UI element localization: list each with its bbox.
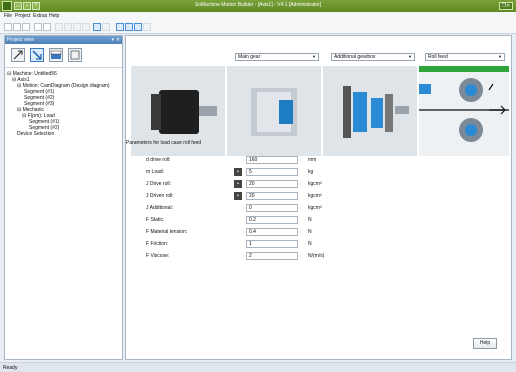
save-icon[interactable]	[22, 23, 30, 31]
param-input[interactable]: 20	[246, 180, 298, 188]
menu-file[interactable]: File	[4, 13, 12, 19]
fit-icon[interactable]	[116, 23, 124, 31]
menu-project[interactable]: Project	[15, 13, 31, 19]
param-unit: N	[308, 217, 312, 223]
help-button[interactable]: Help	[473, 338, 497, 349]
main-gear-value: Main gear	[238, 54, 261, 60]
project-view-header: Project view ▾ ✕	[5, 36, 122, 44]
gearbox-image[interactable]	[323, 66, 419, 156]
menu-bar: File Project Extras Help	[0, 12, 516, 21]
param-unit: kg	[308, 169, 314, 175]
param-input[interactable]: 160	[246, 156, 298, 164]
title-bar: ▭ ▪ ? SoMachine Motion Builder - [Axis1]…	[0, 0, 516, 12]
param-unit: kgcm²	[308, 181, 322, 187]
status-text: Ready	[3, 365, 18, 371]
redo-icon[interactable]	[82, 23, 90, 31]
close-icon[interactable]: ✕	[116, 36, 120, 44]
menu-extras[interactable]: Extras	[33, 13, 47, 19]
window-title: SoMachine Motion Builder - [Axis1] - V4.…	[194, 2, 322, 8]
roll-feed-image[interactable]	[419, 66, 509, 156]
param-label: J Driven roll:	[146, 193, 174, 199]
status-bar: Ready	[0, 362, 516, 372]
param-label: F Material tension:	[146, 229, 188, 235]
copy-icon[interactable]	[55, 23, 63, 31]
lock-icon[interactable]	[143, 23, 151, 31]
cut-icon[interactable]	[43, 23, 51, 31]
param-unit: N	[308, 241, 312, 247]
roll-feed-value: Roll feed	[428, 54, 448, 60]
undo-icon[interactable]	[73, 23, 81, 31]
table-view-icon[interactable]	[49, 48, 63, 62]
grid-icon[interactable]	[102, 23, 110, 31]
param-label: F Static:	[146, 217, 165, 223]
chart-icon[interactable]	[134, 23, 142, 31]
pin-icon[interactable]: ▾	[111, 36, 114, 44]
param-unit: N/(m/s)	[308, 253, 325, 259]
new-icon[interactable]	[4, 23, 12, 31]
gearbox-value: Additional gearbox	[334, 54, 376, 60]
properties-view-icon[interactable]	[68, 48, 82, 62]
param-input[interactable]: 0	[246, 204, 298, 212]
param-input[interactable]: 0.4	[246, 228, 298, 236]
paste-icon[interactable]	[64, 23, 72, 31]
tree-view-icon[interactable]	[11, 48, 25, 62]
tree-item[interactable]: Device Selection	[7, 131, 120, 137]
project-tree: ⊟ Machine: Untitled56 ⊟ Axis1 ⊟ Motion: …	[5, 68, 122, 140]
view-button-bar	[5, 44, 122, 68]
param-unit: kgcm²	[308, 205, 322, 211]
motion-icon[interactable]	[125, 23, 133, 31]
param-unit: mm	[308, 157, 317, 163]
param-input[interactable]: 2	[246, 252, 298, 260]
gearbox-select[interactable]: Additional gearbox ▼	[331, 53, 415, 61]
roll-feed-select[interactable]: Roll feed ▼	[425, 53, 505, 61]
project-view-panel: Project view ▾ ✕ ⊟ Machine: Untitled56 ⊟…	[4, 35, 123, 360]
param-unit: kgcm²	[308, 193, 322, 199]
params-title: Parameters for load case roll feed	[126, 140, 202, 146]
param-input[interactable]: 20	[246, 192, 298, 200]
chevron-down-icon: ▼	[312, 54, 316, 59]
param-label: F Viscose:	[146, 253, 170, 259]
lock-icon[interactable]: ▪	[234, 192, 242, 200]
param-label: F Friction:	[146, 241, 169, 247]
main-gear-select[interactable]: Main gear ▼	[235, 53, 319, 61]
menu-help[interactable]: Help	[49, 13, 59, 19]
lock-icon[interactable]: ▪	[234, 180, 242, 188]
param-label: m Load:	[146, 169, 165, 175]
param-label: J Drive roll:	[146, 181, 172, 187]
param-label: d drive roll:	[146, 157, 171, 163]
main-area: Main gear ▼ Additional gearbox ▼ Roll fe…	[125, 35, 512, 360]
project-view-title: Project view	[7, 37, 34, 43]
param-unit: N	[308, 229, 312, 235]
open-icon[interactable]	[13, 23, 21, 31]
param-input[interactable]: 5	[246, 168, 298, 176]
zoom-icon[interactable]	[93, 23, 101, 31]
chevron-down-icon: ▼	[498, 54, 502, 59]
print-icon[interactable]	[34, 23, 42, 31]
main-gear-image[interactable]	[227, 66, 323, 156]
chevron-down-icon: ▼	[408, 54, 412, 59]
toolbar	[0, 21, 516, 34]
param-label: J Additional:	[146, 205, 173, 211]
lock-icon[interactable]: ▪	[234, 168, 242, 176]
param-input[interactable]: 0.2	[246, 216, 298, 224]
diagram-view-icon[interactable]	[30, 48, 44, 62]
window-controls[interactable]: ❐✕	[499, 2, 513, 10]
param-input[interactable]: 1	[246, 240, 298, 248]
